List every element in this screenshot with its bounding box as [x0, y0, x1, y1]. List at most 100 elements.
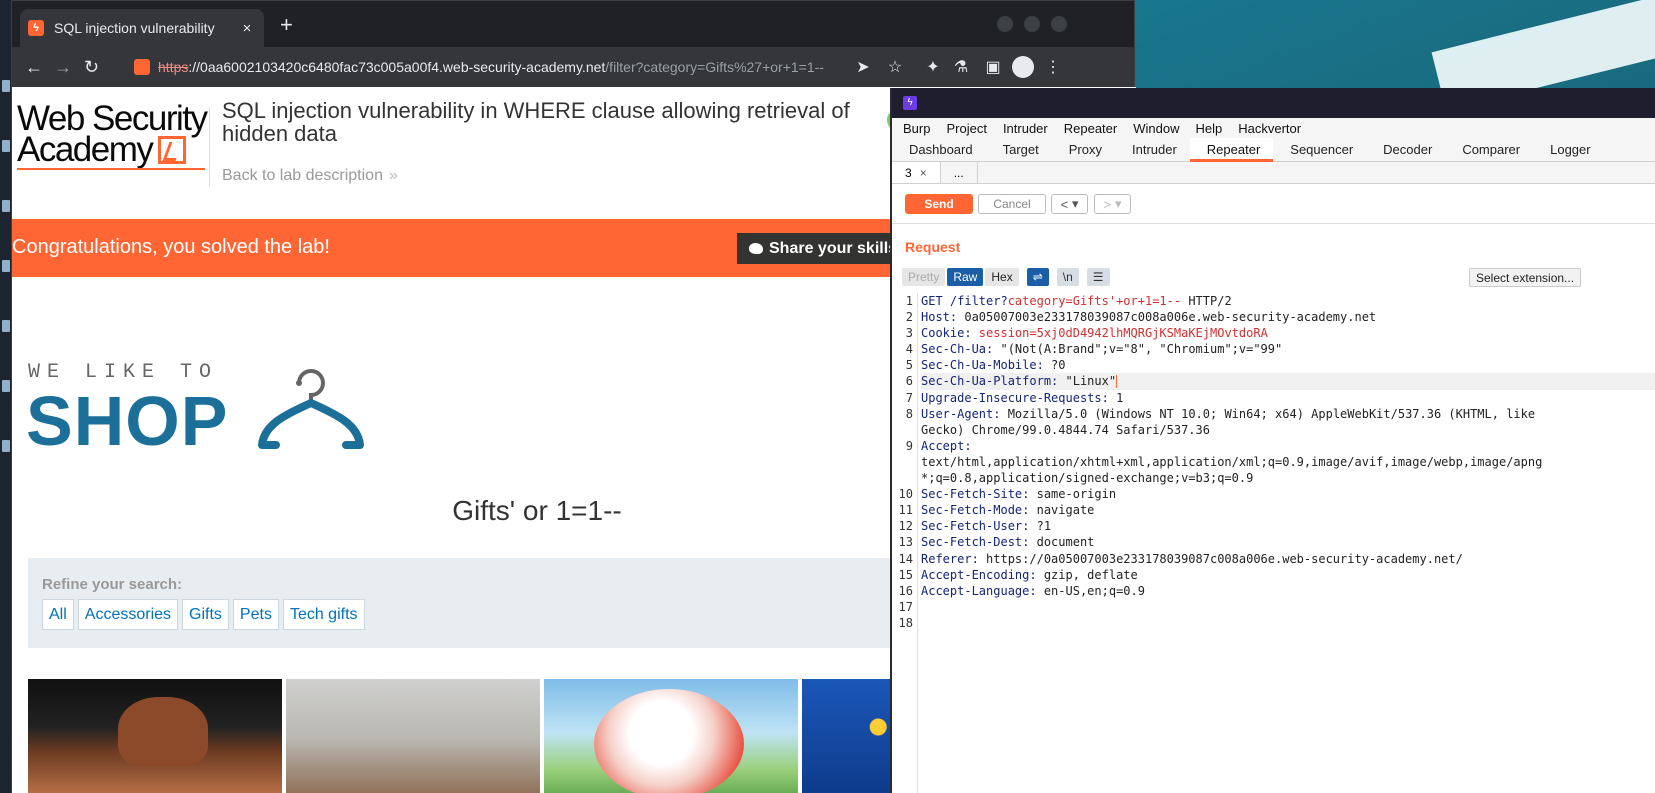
dock-icon[interactable]: [2, 80, 10, 92]
line-number: 6: [905, 374, 913, 389]
menu-hackvertor[interactable]: Hackvertor: [1238, 121, 1301, 136]
url-scheme: https: [158, 59, 189, 75]
product-image[interactable]: [286, 679, 540, 793]
maximize-button[interactable]: [1024, 16, 1040, 32]
filter-tech-gifts[interactable]: Tech gifts: [282, 599, 365, 630]
header-value: same-origin: [1029, 487, 1117, 502]
star-icon[interactable]: ☆: [884, 56, 906, 78]
back-to-description-link[interactable]: Back to lab description »: [222, 167, 398, 185]
dock-icon[interactable]: [2, 260, 10, 272]
address-bar[interactable]: https ://0aa6002103420c6480fac73c005a00f…: [120, 53, 970, 81]
repeater-new-tab[interactable]: ...: [941, 162, 978, 183]
dock-icon[interactable]: [2, 200, 10, 212]
kebab-menu-icon[interactable]: ⋮: [1042, 56, 1064, 78]
request-line: Sec-Fetch-User: ?1: [921, 518, 1655, 534]
select-extension-dropdown[interactable]: Select extension...: [1469, 268, 1582, 287]
product-photo-detail: [118, 697, 208, 767]
header-name: Sec-Fetch-Mode:: [921, 503, 1030, 518]
profile-avatar[interactable]: [1012, 56, 1034, 78]
cancel-button[interactable]: Cancel: [978, 194, 1046, 214]
flask-extension-icon[interactable]: ⚗: [950, 56, 972, 78]
burp-titlebar: ϟ: [892, 88, 1655, 118]
send-icon[interactable]: ➤: [852, 56, 874, 78]
menu-repeater[interactable]: Repeater: [1064, 121, 1117, 136]
param-value: category=Gifts'+or+1=1--: [1007, 294, 1182, 308]
forward-arrow-icon[interactable]: →: [54, 57, 72, 77]
chevron-left-icon: <: [1060, 196, 1069, 212]
filter-all[interactable]: All: [42, 599, 74, 630]
minimize-button[interactable]: [997, 16, 1013, 32]
repeater-tab-3[interactable]: 3 ×: [892, 162, 941, 183]
dock-icon[interactable]: [2, 320, 10, 332]
line-number: 1: [905, 294, 913, 308]
tab-decoder[interactable]: Decoder: [1366, 138, 1445, 162]
request-line: Referer: https://0a05007003e233178039087…: [921, 551, 1655, 567]
repeater-tab-label: 3: [905, 166, 912, 180]
shop-tagline: WE LIKE TO: [28, 361, 219, 384]
product-image[interactable]: [28, 679, 282, 793]
hex-toggle[interactable]: Hex: [985, 268, 1019, 286]
filter-pets[interactable]: Pets: [232, 599, 279, 630]
back-arrow-icon[interactable]: ←: [25, 57, 43, 77]
menu-project[interactable]: Project: [946, 121, 986, 136]
menu-help[interactable]: Help: [1195, 121, 1222, 136]
text-caret: [1116, 375, 1118, 389]
new-tab-button[interactable]: +: [280, 14, 293, 36]
dock-icon[interactable]: [2, 140, 10, 152]
history-forward-button[interactable]: > ▾: [1094, 194, 1131, 214]
dock-icon[interactable]: [2, 380, 10, 392]
browser-tab[interactable]: ϟ SQL injection vulnerability ×: [20, 9, 264, 47]
tab-proxy[interactable]: Proxy: [1052, 138, 1115, 162]
header-name: Sec-Ch-Ua:: [921, 342, 994, 357]
request-line: [921, 615, 1655, 631]
line-number: 13: [898, 535, 913, 550]
menu-burp[interactable]: Burp: [903, 121, 930, 136]
header-value: ?0: [1043, 358, 1066, 373]
history-back-button[interactable]: < ▾: [1051, 194, 1088, 214]
tab-sequencer[interactable]: Sequencer: [1273, 138, 1366, 162]
request-line: Sec-Fetch-Site: same-origin: [921, 486, 1655, 502]
close-icon[interactable]: ×: [920, 166, 927, 180]
filter-gifts[interactable]: Gifts: [182, 599, 229, 630]
tab-target[interactable]: Target: [986, 138, 1052, 162]
request-line: Cookie: session=5xj0dD4942lhMQRGjKSMaKEj…: [921, 325, 1655, 341]
reload-icon[interactable]: ↻: [84, 57, 99, 77]
close-icon[interactable]: ×: [238, 20, 256, 37]
dropdown-icon: ▾: [1072, 196, 1079, 211]
wrap-lines-icon[interactable]: ⇌: [1026, 268, 1049, 286]
bolt-logo-icon: [158, 135, 187, 164]
request-text[interactable]: GET /filter?category=Gifts'+or+1=1-- HTT…: [921, 293, 1655, 631]
tab-logger[interactable]: Logger: [1533, 138, 1603, 162]
raw-toggle[interactable]: Raw: [947, 268, 984, 286]
pretty-toggle[interactable]: Pretty: [902, 268, 946, 286]
tab-repeater[interactable]: Repeater: [1189, 138, 1274, 162]
line-number: [892, 454, 913, 470]
chevron-right-icon: >: [1103, 196, 1112, 212]
product-image[interactable]: [544, 679, 798, 793]
line-number: 3: [905, 326, 913, 341]
burp-logo-icon: ϟ: [903, 96, 917, 110]
request-line: Host: 0a05007003e233178039087c008a006e.w…: [921, 309, 1655, 325]
send-button[interactable]: Send: [905, 194, 973, 214]
header-divider: [209, 107, 210, 187]
request-line: [921, 599, 1655, 615]
menu-lines-icon[interactable]: ☰: [1086, 268, 1110, 286]
line-number: 17: [898, 599, 913, 614]
site-info-icon[interactable]: [134, 59, 150, 75]
dock-icon[interactable]: [2, 440, 10, 452]
line-number: 10: [898, 487, 913, 502]
line-number: 7: [905, 390, 913, 405]
newline-toggle-icon[interactable]: \n: [1056, 268, 1079, 286]
close-window-button[interactable]: [1051, 16, 1067, 32]
web-security-academy-logo[interactable]: Web Security Academy: [17, 101, 208, 167]
tab-comparer[interactable]: Comparer: [1445, 138, 1533, 162]
tab-dashboard[interactable]: Dashboard: [892, 138, 986, 162]
filter-accessories[interactable]: Accessories: [77, 599, 179, 630]
side-panel-icon[interactable]: ▣: [982, 56, 1004, 78]
menu-window[interactable]: Window: [1133, 121, 1179, 136]
request-editor[interactable]: 12345678 9 10 11 12 13 14 15 16 17 18 GET /filte…: [892, 293, 1655, 793]
menu-intruder[interactable]: Intruder: [1003, 121, 1048, 136]
share-skills-button[interactable]: Share your skills: [737, 233, 910, 264]
tab-intruder[interactable]: Intruder: [1115, 138, 1190, 162]
extension-puzzle-icon[interactable]: ✦: [922, 56, 944, 78]
